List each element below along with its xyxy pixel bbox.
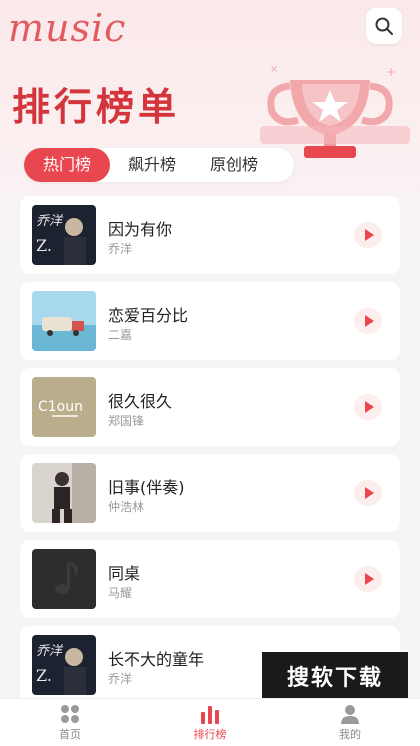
play-button[interactable] [354, 222, 382, 248]
tab-hot[interactable]: 热门榜 [24, 148, 110, 182]
play-button[interactable] [354, 308, 382, 334]
search-icon [375, 17, 393, 35]
list-item[interactable]: C1oun 很久很久 郑国锋 [20, 368, 400, 446]
song-title: 很久很久 [108, 392, 173, 411]
svg-text:乔洋: 乔洋 [36, 214, 64, 229]
nav-label: 我的 [339, 727, 361, 741]
play-button[interactable] [354, 480, 382, 506]
search-button[interactable] [366, 8, 402, 44]
album-cover: 乔洋 Z. [32, 205, 96, 265]
play-button[interactable] [354, 566, 382, 592]
list-item[interactable]: 同桌 马耀 [20, 540, 400, 618]
song-artist: 乔洋 [108, 242, 133, 256]
app-logo: music [8, 6, 127, 50]
album-cover [32, 463, 96, 523]
bottom-nav: 首页 排行榜 我的 [0, 698, 420, 746]
svg-text:C1oun: C1oun [38, 399, 83, 415]
song-title: 长不大的童年 [108, 650, 205, 669]
svg-text:Z.: Z. [36, 236, 52, 255]
nav-home[interactable]: 首页 [0, 699, 140, 746]
song-artist: 仲浩林 [108, 500, 145, 514]
song-title: 恋爱百分比 [108, 306, 189, 325]
song-title: 同桌 [108, 564, 141, 583]
album-cover [32, 549, 96, 609]
album-cover: C1oun [32, 377, 96, 437]
tab-bar: 热门榜 飙升榜 原创榜 [24, 148, 294, 182]
tab-original[interactable]: 原创榜 [196, 148, 272, 182]
song-artist: 马耀 [108, 586, 133, 600]
watermark: 搜软下载 [262, 652, 408, 700]
album-cover [32, 291, 96, 351]
nav-label: 排行榜 [193, 727, 227, 741]
nav-label: 首页 [59, 727, 81, 741]
play-button[interactable] [354, 394, 382, 420]
user-icon [341, 704, 359, 724]
svg-text:Z.: Z. [36, 666, 52, 685]
song-title: 因为有你 [108, 220, 173, 239]
song-artist: 乔洋 [108, 672, 133, 686]
page-title: 排行榜单 [12, 85, 181, 129]
nav-profile[interactable]: 我的 [280, 699, 420, 746]
bar-chart-icon [201, 705, 219, 724]
list-item[interactable]: 旧事(伴奏) 仲浩林 [20, 454, 400, 532]
album-cover: 乔洋 Z. [32, 635, 96, 695]
list-item[interactable]: 乔洋 Z. 因为有你 乔洋 [20, 196, 400, 274]
tab-rising[interactable]: 飙升榜 [114, 148, 190, 182]
song-artist: 郑国锋 [108, 414, 145, 428]
grid-icon [61, 704, 79, 723]
list-item[interactable]: 恋爱百分比 二嘉 [20, 282, 400, 360]
song-artist: 二嘉 [108, 328, 133, 342]
svg-text:+: + [386, 65, 396, 79]
svg-text:×: × [270, 64, 278, 75]
svg-text:乔洋: 乔洋 [36, 644, 64, 659]
song-title: 旧事(伴奏) [108, 478, 185, 497]
nav-ranking[interactable]: 排行榜 [140, 699, 280, 746]
